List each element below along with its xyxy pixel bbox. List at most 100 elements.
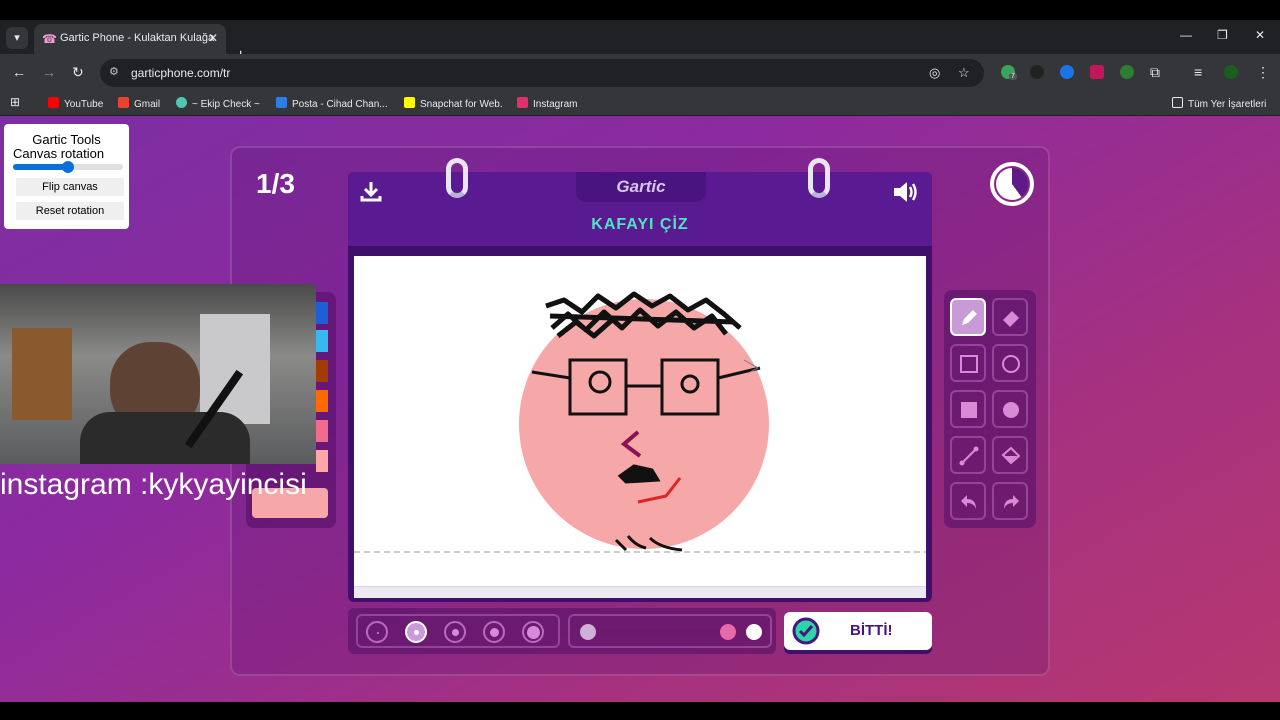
brush-size-option[interactable]	[483, 621, 505, 643]
drawing	[354, 291, 926, 553]
brush-size-group	[356, 614, 560, 648]
tab-search-button[interactable]: ▾	[6, 27, 28, 49]
line-tool-button[interactable]	[950, 436, 986, 474]
bookmark-gmail[interactable]: Gmail	[118, 97, 160, 110]
tab-strip: ▾ ☎ Gartic Phone - Kulaktan Kulağa ✕ +	[0, 20, 1280, 64]
apps-grid-icon[interactable]: ⊞	[10, 95, 20, 109]
bookmark-star-icon[interactable]: ☆	[958, 65, 970, 81]
ellipse-filled-icon	[1003, 402, 1019, 418]
bookmark-label: Snapchat for Web.	[420, 99, 503, 110]
media-control-icon[interactable]: ≡	[1194, 64, 1202, 80]
background-door	[12, 328, 72, 420]
brush-options-bar	[348, 608, 776, 654]
brush-size-option[interactable]	[444, 621, 466, 643]
extensions-puzzle-icon[interactable]: ⧉	[1150, 64, 1160, 81]
instagram-caption: instagram :kykyayincisi	[0, 468, 307, 501]
outlook-icon	[276, 97, 287, 108]
webcam-overlay	[0, 284, 316, 464]
back-icon[interactable]: ←	[12, 64, 26, 80]
flip-canvas-button[interactable]: Flip canvas	[16, 178, 124, 196]
color-swatch[interactable]	[316, 420, 328, 442]
gartic-logo: Gartic	[576, 172, 706, 202]
bucket-tool-button[interactable]	[992, 436, 1028, 474]
extension-blue-icon[interactable]	[1060, 65, 1074, 79]
youtube-icon	[48, 97, 59, 108]
redo-button[interactable]	[992, 482, 1028, 520]
rectangle-outline-icon	[960, 355, 978, 373]
screen-bottom-letterbox	[0, 702, 1280, 720]
extension-cat-icon[interactable]	[1030, 65, 1044, 79]
color-swatch[interactable]	[316, 302, 328, 324]
rectangle-tool-button[interactable]	[950, 344, 986, 382]
filled-rectangle-tool-button[interactable]	[950, 390, 986, 428]
download-icon[interactable]	[360, 180, 382, 202]
snapchat-icon	[404, 97, 415, 108]
color-swatch[interactable]	[316, 360, 328, 382]
tool-panel	[944, 290, 1036, 528]
drawing-board: Gartic KAFAYI ÇİZ	[348, 158, 932, 602]
profile-avatar[interactable]	[1224, 65, 1238, 79]
minimize-button[interactable]: —	[1180, 28, 1192, 42]
window-close-button[interactable]: ✕	[1255, 28, 1265, 42]
done-label: BİTTİ!	[850, 622, 893, 639]
filled-ellipse-tool-button[interactable]	[992, 390, 1028, 428]
line-icon	[959, 446, 979, 466]
tab-close-icon[interactable]: ✕	[208, 31, 218, 45]
round-counter: 1/3	[256, 168, 295, 199]
extension-green-icon[interactable]	[1120, 65, 1134, 79]
browser-toolbar: ← → ↻ ⚙ garticphone.com/tr ◎ ☆ 7 ⧉ ≡ ⋮	[0, 54, 1280, 92]
bookmark-snapchat[interactable]: Snapchat for Web.	[404, 97, 503, 110]
eye-slash-icon[interactable]: ◎	[929, 65, 940, 81]
done-button[interactable]: BİTTİ!	[784, 612, 932, 650]
all-bookmarks-label: Tüm Yer İşaretleri	[1188, 99, 1267, 110]
color-swatch[interactable]	[316, 390, 328, 412]
forward-icon[interactable]: →	[42, 64, 56, 80]
brush-size-option[interactable]	[522, 621, 544, 643]
extension-ublock-icon[interactable]	[1090, 65, 1104, 79]
bookmark-instagram[interactable]: Instagram	[517, 97, 577, 110]
color-swatch[interactable]	[316, 450, 328, 472]
restore-button[interactable]: ❐	[1217, 28, 1228, 42]
rotation-slider-knob[interactable]	[62, 161, 74, 173]
redo-icon	[1004, 495, 1019, 509]
gmail-icon	[118, 97, 129, 108]
address-bar[interactable]: ⚙ garticphone.com/tr ◎ ☆	[100, 59, 984, 87]
url-text[interactable]: garticphone.com/tr	[131, 66, 230, 80]
opacity-knob[interactable]	[746, 624, 762, 640]
bookmark-label: YouTube	[64, 99, 104, 110]
brush-size-option[interactable]	[366, 621, 388, 643]
ellipse-outline-icon	[1002, 355, 1020, 373]
menu-kebab-icon[interactable]: ⋮	[1256, 64, 1270, 81]
folder-icon	[1172, 97, 1183, 108]
bookmark-label: Posta - Cihad Chan...	[292, 99, 388, 110]
rotation-slider-fill	[13, 164, 68, 170]
color-swatch[interactable]	[316, 330, 328, 352]
sound-icon[interactable]	[892, 180, 920, 204]
brush-size-option[interactable]	[405, 621, 427, 643]
pencil-tool-button[interactable]	[950, 298, 986, 336]
head-shape	[519, 299, 769, 549]
browser-tab[interactable]: ☎ Gartic Phone - Kulaktan Kulağa ✕	[34, 24, 226, 54]
bookmark-posta[interactable]: Posta - Cihad Chan...	[276, 97, 388, 110]
site-info-icon[interactable]: ⚙	[109, 65, 119, 78]
drawing-canvas[interactable]	[354, 256, 926, 586]
reload-icon[interactable]: ↻	[72, 64, 84, 81]
undo-button[interactable]	[950, 482, 986, 520]
reset-rotation-button[interactable]: Reset rotation	[16, 202, 124, 220]
canvas-page-edge	[354, 586, 926, 598]
tab-title: Gartic Phone - Kulaktan Kulağa	[60, 32, 215, 44]
eraser-tool-button[interactable]	[992, 298, 1028, 336]
all-bookmarks-folder[interactable]: Tüm Yer İşaretleri	[1172, 97, 1266, 110]
ellipse-tool-button[interactable]	[992, 344, 1028, 382]
board-header: Gartic KAFAYI ÇİZ	[348, 172, 932, 250]
canvas-rotation-label: Canvas rotation	[13, 146, 105, 161]
binder-ring	[446, 158, 468, 198]
bookmark-label: Gmail	[134, 99, 161, 110]
bookmark-ekip-check[interactable]: ~ Ekip Check ~	[176, 97, 260, 110]
opacity-track	[600, 630, 730, 633]
bookmark-youtube[interactable]: YouTube	[48, 97, 103, 110]
opacity-max-dot	[720, 624, 736, 640]
ekip-check-icon	[176, 97, 187, 108]
opacity-slider[interactable]	[568, 614, 772, 648]
rotation-slider[interactable]	[13, 161, 123, 173]
